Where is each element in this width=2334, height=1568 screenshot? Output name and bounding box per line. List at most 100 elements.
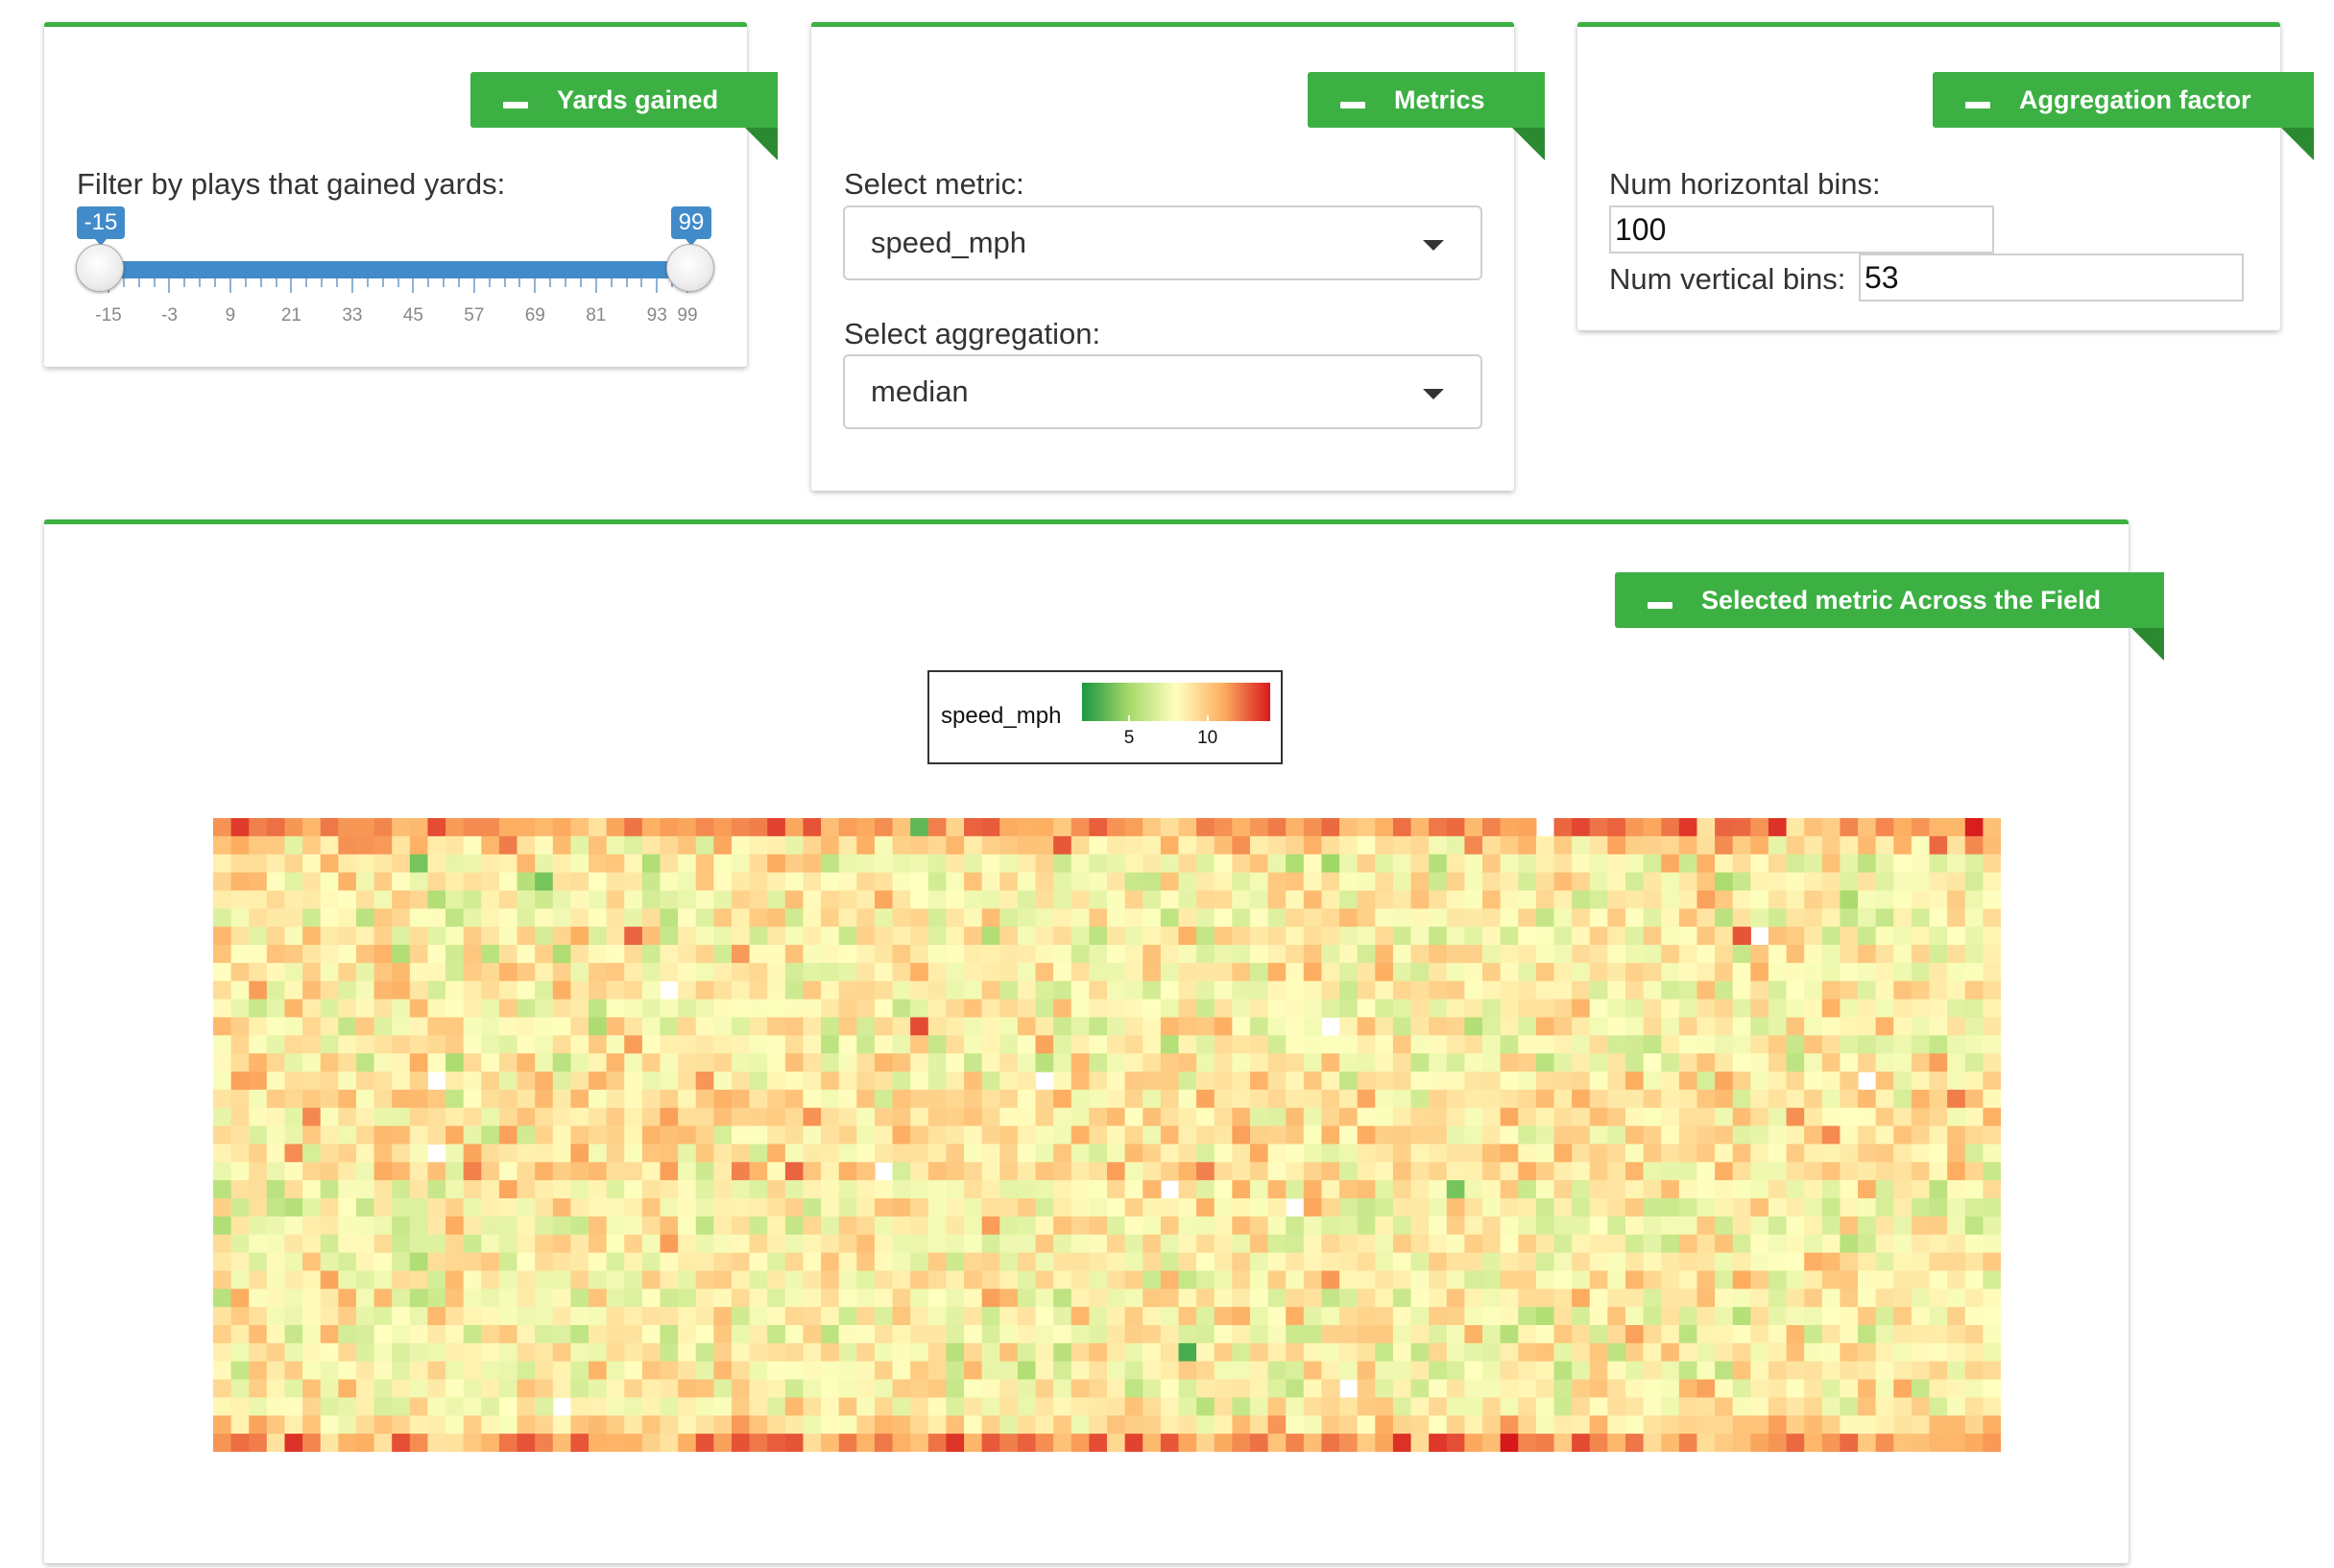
collapse-minus-icon[interactable] — [503, 101, 528, 109]
heatmap-cell — [463, 1198, 482, 1218]
heatmap-cell — [481, 999, 500, 1019]
heatmap-cell — [1143, 1307, 1162, 1326]
heatmap-cell — [373, 980, 393, 1001]
slider-minor-tick — [275, 278, 277, 287]
heatmap-cell — [338, 1361, 357, 1381]
heatmap-cell — [1535, 1234, 1555, 1254]
heatmap-cell — [999, 1415, 1019, 1435]
heatmap-cell — [1500, 872, 1519, 892]
heatmap-cell — [731, 1089, 751, 1109]
heatmap-cell — [1286, 1397, 1305, 1416]
heatmap-cell — [1768, 980, 1788, 1001]
heatmap-cell — [1572, 818, 1591, 837]
heatmap-cell — [678, 1289, 697, 1308]
heatmap-cell — [1983, 1017, 2001, 1036]
heatmap-cell — [946, 818, 965, 837]
heatmap-cell — [1035, 835, 1054, 856]
heatmap-cell — [1017, 1252, 1037, 1272]
heatmap-cell — [302, 908, 322, 928]
heatmap-cell — [1715, 890, 1734, 909]
horizontal-bins-input[interactable] — [1609, 205, 1994, 253]
heatmap-cell — [1017, 1379, 1037, 1399]
heatmap-cell — [1410, 1125, 1430, 1146]
heatmap-cell — [1107, 962, 1126, 982]
heatmap-cell — [874, 999, 894, 1019]
heatmap-cell — [821, 980, 840, 1001]
heatmap-cell — [1553, 962, 1573, 982]
heatmap-cell — [624, 1180, 643, 1199]
heatmap-cell — [373, 1053, 393, 1073]
heatmap-cell — [749, 1017, 768, 1036]
heatmap-cell — [320, 1307, 339, 1326]
chevron-down-icon — [1423, 240, 1444, 251]
heatmap-cell — [964, 1053, 983, 1073]
slider-minor-tick — [244, 278, 247, 287]
heatmap-cell — [803, 818, 822, 837]
metric-select[interactable]: speed_mph — [843, 205, 1482, 280]
heatmap-cell — [1035, 1162, 1054, 1181]
heatmap-cell — [1017, 1289, 1037, 1308]
heatmap-cell — [1160, 835, 1180, 856]
heatmap-cell — [695, 1434, 714, 1452]
heatmap-cell — [695, 1415, 714, 1435]
heatmap-cell — [1214, 1270, 1233, 1290]
heatmap-cell — [1375, 1072, 1394, 1091]
vertical-bins-input[interactable] — [1859, 253, 2244, 302]
heatmap-cell — [1535, 1361, 1555, 1381]
heatmap-cell — [1715, 1053, 1734, 1073]
heatmap-cell — [1768, 1289, 1788, 1308]
collapse-minus-icon[interactable] — [1965, 101, 1990, 109]
heatmap-cell — [1983, 1089, 2001, 1109]
heatmap-cell — [230, 1234, 250, 1254]
heatmap-cell — [266, 908, 286, 928]
heatmap-cell — [1053, 1434, 1072, 1452]
heatmap-cell — [1357, 1017, 1376, 1036]
heatmap-cell — [1893, 1289, 1913, 1308]
collapse-minus-icon[interactable] — [1340, 101, 1365, 109]
heatmap-cell — [1124, 1035, 1143, 1054]
heatmap-cell — [249, 1415, 268, 1435]
heatmap-cell — [1929, 1180, 1948, 1199]
heatmap-cell — [838, 1252, 857, 1272]
heatmap-cell — [445, 1415, 465, 1435]
heatmap-cell — [463, 1289, 482, 1308]
heatmap-cell — [1339, 980, 1359, 1001]
heatmap-cell — [1482, 1252, 1502, 1272]
heatmap-cell — [338, 1144, 357, 1163]
heatmap-cell — [1715, 1198, 1734, 1218]
heatmap-cell — [731, 1216, 751, 1236]
heatmap-cell — [695, 927, 714, 946]
heatmap-cell — [1249, 1397, 1269, 1416]
yards-slider-min-handle[interactable] — [76, 244, 124, 292]
heatmap-cell — [1143, 1342, 1162, 1363]
heatmap-cell — [1768, 999, 1788, 1019]
heatmap-cell — [409, 1307, 429, 1326]
heatmap-cell — [731, 980, 751, 1001]
heatmap-cell — [1911, 1035, 1931, 1054]
heatmap-cell — [1821, 818, 1841, 837]
collapse-minus-icon[interactable] — [1648, 601, 1672, 609]
heatmap-cell — [1053, 818, 1072, 837]
heatmap-cell — [230, 854, 250, 874]
heatmap-cell — [1214, 1397, 1233, 1416]
heatmap-cell — [1821, 999, 1841, 1019]
heatmap-cell — [803, 945, 822, 964]
heatmap-cell — [606, 962, 625, 982]
heatmap-cell — [570, 1307, 590, 1326]
yards-slider-max-handle[interactable] — [666, 244, 714, 292]
heatmap-cell — [695, 1017, 714, 1036]
heatmap-cell — [713, 1270, 733, 1290]
heatmap-cell — [1232, 945, 1251, 964]
heatmap-cell — [1375, 1216, 1394, 1236]
heatmap-cell — [213, 890, 232, 909]
heatmap-cell — [1303, 1180, 1323, 1199]
heatmap-cell — [302, 1361, 322, 1381]
ribbon-fold — [2281, 128, 2314, 160]
heatmap-cell — [1750, 999, 1769, 1019]
slider-minor-tick — [199, 278, 202, 287]
heatmap-cell — [713, 854, 733, 874]
heatmap-cell — [1464, 1270, 1483, 1290]
heatmap-cell — [1392, 854, 1412, 874]
aggregation-select[interactable]: median — [843, 354, 1482, 429]
heatmap-cell — [535, 1270, 554, 1290]
